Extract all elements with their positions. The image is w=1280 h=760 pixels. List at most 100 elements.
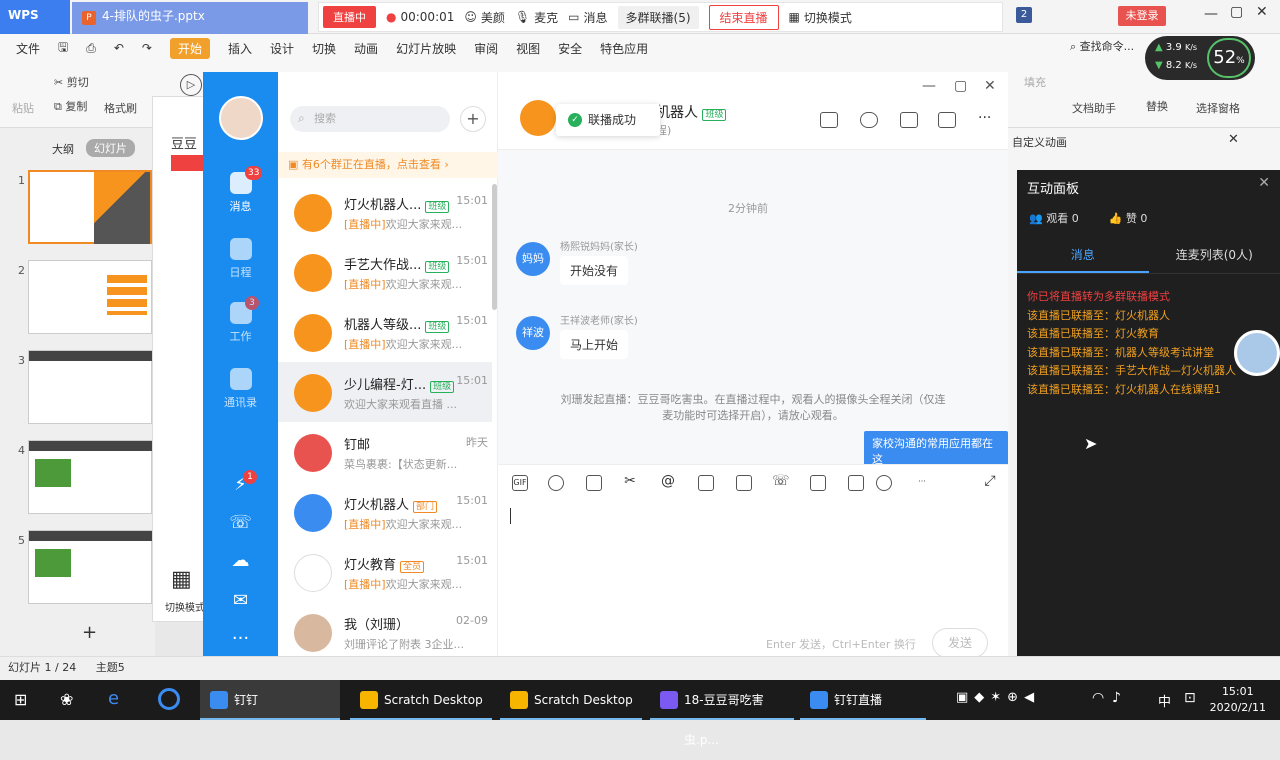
taskbar-item[interactable]: Scratch Desktop — [500, 680, 642, 720]
more-icon[interactable]: ··· — [914, 475, 930, 491]
network-speed-widget[interactable]: ▲ 3.9 K/s ▼ 8.2 K/s 52% — [1145, 36, 1255, 80]
folder-icon[interactable] — [698, 475, 714, 491]
group-avatar[interactable] — [520, 100, 556, 136]
menu-home[interactable]: 开始 — [170, 38, 210, 59]
minimize-icon[interactable]: — — [1204, 6, 1218, 22]
menu-view[interactable]: 视图 — [516, 40, 540, 57]
conversation-item[interactable]: 钉邮昨天菜鸟裹裹:【状态更新... — [278, 422, 492, 482]
conversation-item[interactable]: 机器人等级...班级15:01[直播中]欢迎大家来观... — [278, 302, 492, 362]
slide-thumb-5[interactable] — [28, 530, 152, 604]
nav-calendar[interactable]: 日程 — [203, 238, 278, 280]
add-button[interactable]: + — [460, 106, 486, 132]
volume-icon[interactable]: ♪ — [1112, 690, 1121, 706]
conversation-item[interactable]: 灯火机器人...班级15:01[直播中]欢迎大家来观... — [278, 182, 492, 242]
nav-ding[interactable]: ⚡1 — [203, 474, 278, 495]
play-icon[interactable]: ▷ — [180, 74, 202, 96]
taskbar-item[interactable]: 钉钉 — [200, 680, 340, 720]
menu-animation[interactable]: 动画 — [354, 40, 378, 57]
tab-co-host-list[interactable]: 连麦列表(0人) — [1149, 240, 1280, 273]
doc-helper-button[interactable]: 文档助手 — [1072, 100, 1116, 116]
menu-review[interactable]: 审阅 — [474, 40, 498, 57]
menu-file[interactable]: 文件 — [16, 40, 40, 57]
phone-icon[interactable]: ☏ — [203, 512, 278, 533]
close-icon[interactable]: ✕ — [984, 78, 996, 94]
floating-assistant-avatar[interactable] — [1234, 330, 1280, 376]
slide-canvas[interactable]: 豆豆哥 ▦ 切换模式 — [152, 96, 204, 622]
user-avatar[interactable] — [219, 96, 263, 140]
switch-mode-button[interactable]: ▦切换模式 — [789, 9, 852, 26]
ime-indicator[interactable]: 中 — [1158, 691, 1171, 710]
beauty-button[interactable]: ☺美颜 — [464, 9, 505, 26]
nav-work[interactable]: 工作3 — [203, 302, 278, 344]
menu-special[interactable]: 特色应用 — [600, 40, 648, 57]
conversation-item[interactable]: 我（刘珊）02-09刘珊评论了附表 3企业... — [278, 602, 492, 662]
sender-avatar[interactable]: 祥波 — [516, 316, 550, 350]
menu-transition[interactable]: 切换 — [312, 40, 336, 57]
menu-design[interactable]: 设计 — [270, 40, 294, 57]
login-button[interactable]: 未登录 — [1118, 6, 1166, 26]
app-icon[interactable]: ❀ — [60, 690, 73, 709]
expand-icon[interactable]: ⤢ — [982, 475, 998, 491]
message-bubble[interactable]: 马上开始 — [560, 330, 628, 359]
minimize-icon[interactable]: — — [922, 78, 936, 94]
tray-icons[interactable]: ▣◆✶⊕◀ — [956, 690, 1040, 705]
menu-slideshow[interactable]: 幻灯片放映 — [396, 40, 456, 57]
ime-icon[interactable]: ⊡ — [1184, 690, 1196, 706]
conversation-item[interactable]: 少儿编程-灯...班级15:01欢迎大家来观看直播 ... — [278, 362, 492, 422]
video-icon[interactable] — [938, 112, 956, 128]
document-tab[interactable]: P4-排队的虫子.pptx — [72, 2, 308, 34]
slide-thumb-2[interactable] — [28, 260, 152, 334]
add-slide-icon[interactable]: + — [82, 622, 97, 643]
end-live-button[interactable]: 结束直播 — [709, 5, 779, 30]
megaphone-icon[interactable] — [820, 112, 838, 128]
paste-button[interactable]: 粘贴 — [12, 100, 34, 116]
more-options-icon[interactable]: ··· — [978, 110, 991, 126]
scissors-icon[interactable]: ✂ — [622, 475, 638, 491]
live-notice-banner[interactable]: ▣ 有6个群正在直播，点击查看 › — [278, 152, 498, 178]
maximize-icon[interactable]: ▢ — [954, 78, 967, 94]
edge-icon[interactable]: e — [108, 688, 119, 709]
taskbar-item[interactable]: 钉钉直播 — [800, 680, 926, 720]
menu-insert[interactable]: 插入 — [228, 40, 252, 57]
emoji-icon[interactable] — [548, 475, 564, 491]
select-pane-button[interactable]: 选择窗格 — [1196, 100, 1240, 116]
nav-messages[interactable]: 消息33 — [203, 172, 278, 214]
gif-icon[interactable]: GIF — [512, 475, 528, 491]
at-icon[interactable]: @ — [660, 475, 676, 491]
redo-icon[interactable]: ↷ — [142, 41, 152, 55]
copy-button[interactable]: ⧉ 复制 — [54, 98, 87, 114]
close-icon[interactable]: ✕ — [1256, 4, 1268, 20]
message-button[interactable]: ▭消息 — [568, 9, 607, 26]
system-clock[interactable]: 15:012020/2/11 — [1210, 684, 1266, 716]
phone-icon[interactable]: ☏ — [772, 475, 788, 491]
save-icon[interactable]: 🖫 — [58, 38, 68, 59]
conversation-item[interactable]: 灯火机器人部门15:01[直播中]欢迎大家来观... — [278, 482, 492, 542]
mail-icon[interactable]: ✉ — [203, 590, 278, 611]
custom-animation-label[interactable]: 自定义动画 — [1012, 134, 1067, 150]
command-search[interactable]: ⌕ 查找命令... — [1070, 38, 1134, 54]
pane-close-icon[interactable]: ✕ — [1228, 132, 1239, 147]
tab-messages[interactable]: 消息 — [1017, 240, 1149, 273]
print-icon[interactable]: ⎙ — [86, 41, 96, 56]
send-button[interactable]: 发送 — [932, 628, 988, 658]
windows-start-icon[interactable]: ⊞ — [14, 690, 27, 709]
cut-button[interactable]: ✂ 剪切 — [54, 74, 89, 90]
conversation-item[interactable]: 灯火教育全员15:01[直播中]欢迎大家来观... — [278, 542, 492, 602]
more-icon[interactable]: ··· — [203, 628, 278, 649]
nav-contacts[interactable]: 通讯录 — [203, 368, 278, 410]
wifi-icon[interactable]: ◠ — [1092, 690, 1104, 706]
chat-title[interactable]: 机器人 班级 — [656, 102, 726, 122]
slide-thumb-1[interactable] — [28, 170, 152, 244]
outline-tab[interactable]: 大纲 — [52, 141, 74, 157]
format-painter-button[interactable]: 格式刷 — [104, 100, 137, 116]
search-input[interactable]: 搜索 — [290, 106, 450, 132]
live-icon[interactable] — [810, 475, 826, 491]
sender-avatar[interactable]: 妈妈 — [516, 242, 550, 276]
browser-icon[interactable] — [158, 688, 180, 710]
undo-icon[interactable]: ↶ — [114, 41, 124, 55]
taskbar-item[interactable]: 18-豆豆哥吃害虫.p... — [650, 680, 794, 720]
switch-mode-grid-icon[interactable]: ▦ — [171, 567, 192, 592]
slides-tab[interactable]: 幻灯片 — [86, 139, 135, 157]
ding-icon[interactable] — [736, 475, 752, 491]
window-count-badge[interactable]: 2 — [1016, 7, 1032, 23]
